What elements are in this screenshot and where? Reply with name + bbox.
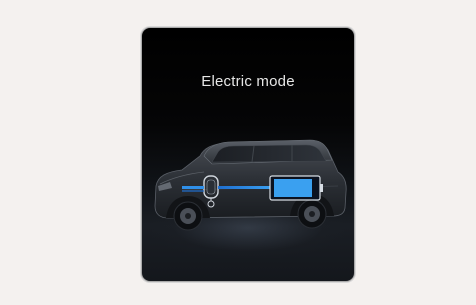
battery-icon	[269, 175, 323, 201]
car-illustration	[154, 139, 347, 231]
mode-title: Electric mode	[201, 73, 295, 90]
car-windows	[211, 144, 327, 163]
page: Electric mode	[0, 0, 476, 305]
front-wheel	[173, 201, 203, 231]
drive-mode-panel: Electric mode	[141, 27, 355, 282]
rear-wheel	[297, 199, 327, 229]
